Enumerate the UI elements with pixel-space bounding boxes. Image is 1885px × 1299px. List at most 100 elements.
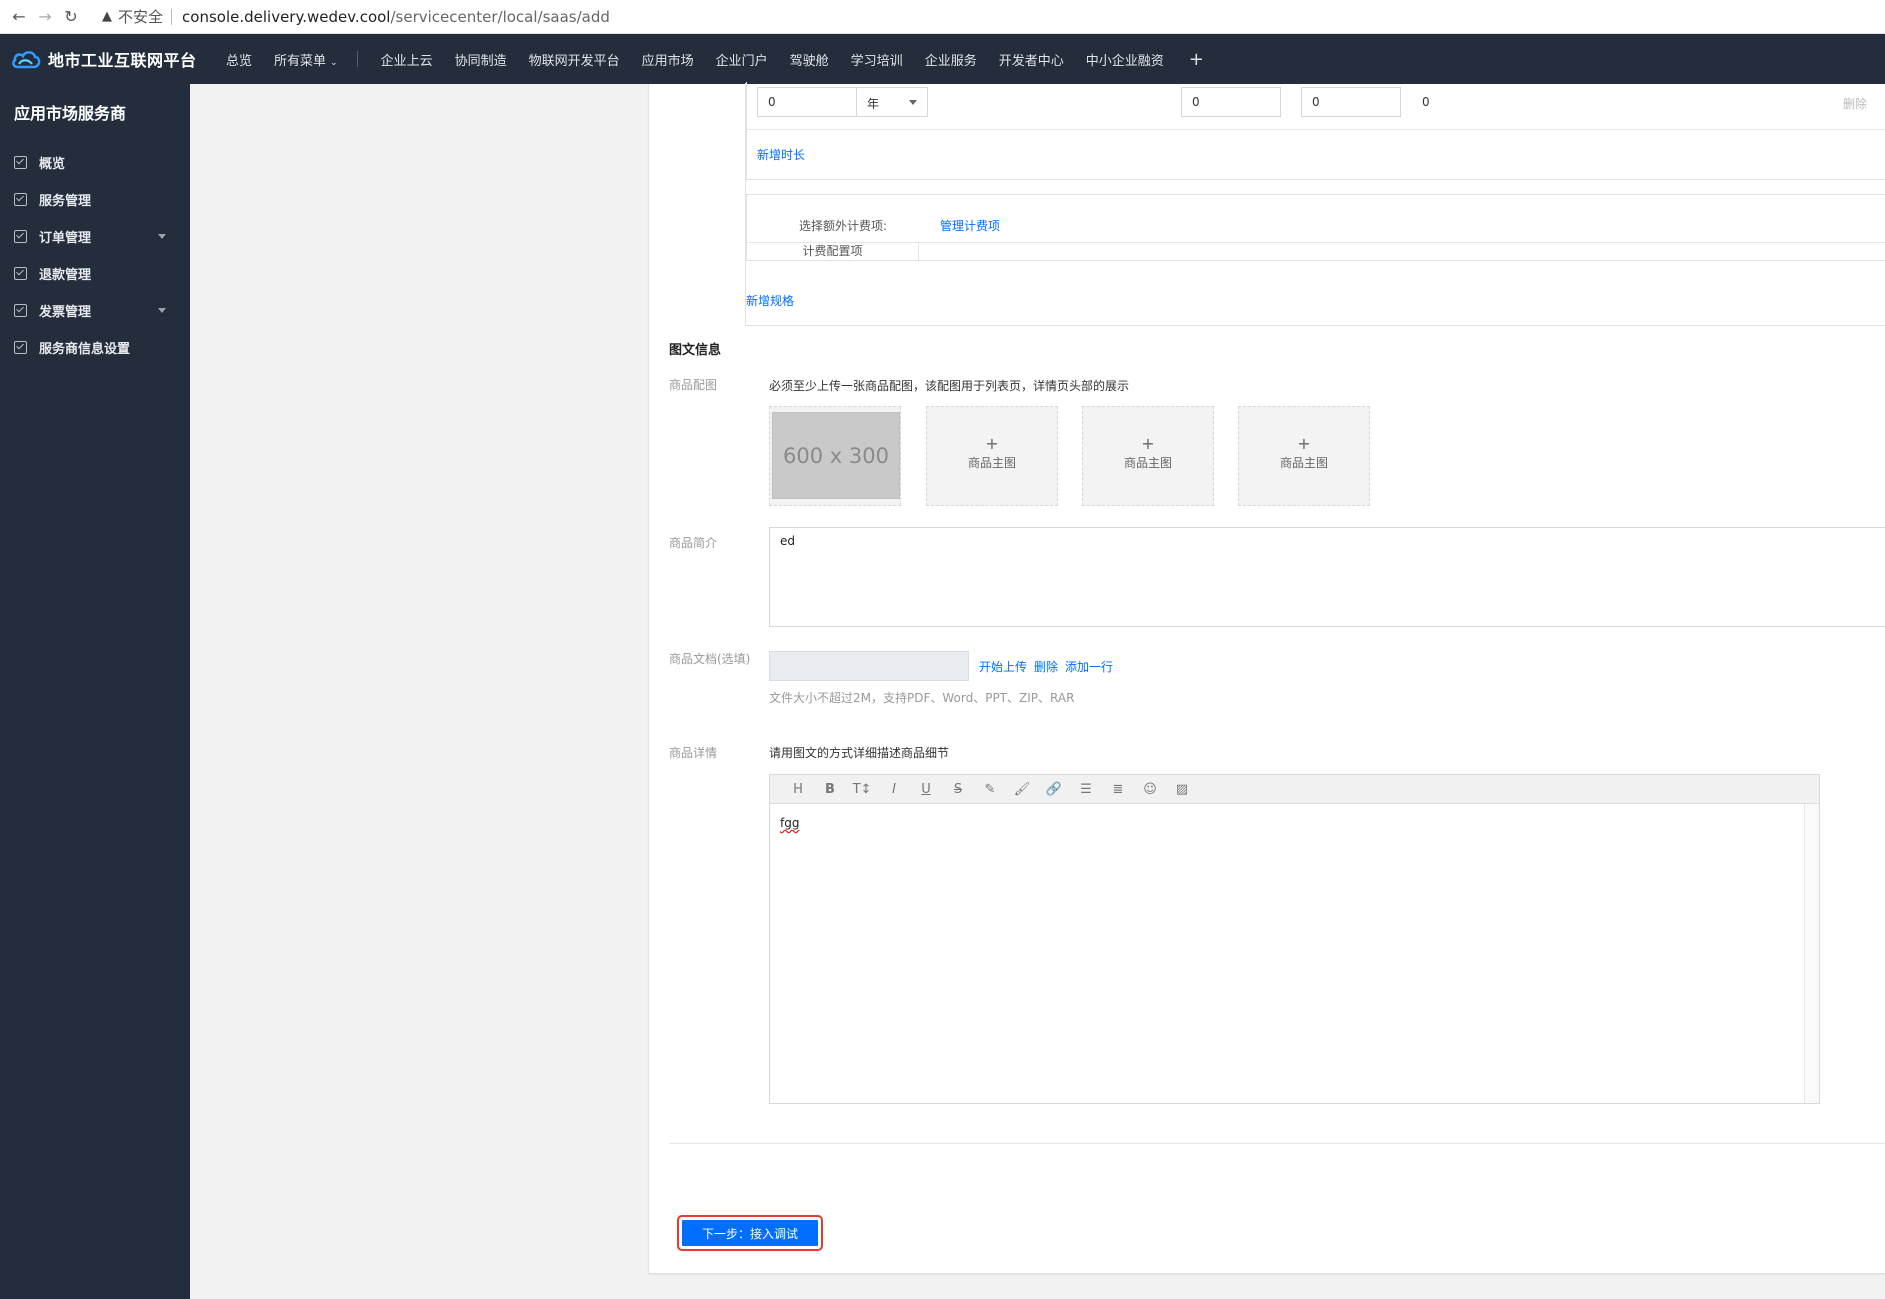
sidebar-item-label: 退款管理	[39, 268, 92, 283]
divider	[669, 1143, 1885, 1144]
bold-icon[interactable]: B	[814, 782, 846, 797]
nav-item-label: 应用市场	[641, 53, 694, 69]
nav-overview[interactable]: 总览	[210, 50, 263, 69]
nav-item-label: 中小企业融资	[1085, 53, 1164, 69]
font-size-icon[interactable]: T↕	[846, 782, 878, 797]
nav-item-label: 所有菜单	[274, 53, 327, 69]
heading-icon[interactable]: H	[782, 782, 814, 797]
nav-learning[interactable]: 学习培训	[840, 50, 914, 69]
back-icon[interactable]: ←	[6, 4, 32, 30]
image-slot-2[interactable]: + 商品主图	[926, 406, 1058, 506]
duration-unit-select[interactable]: 年	[856, 87, 928, 117]
price-total: 0	[1422, 95, 1430, 109]
editor-body[interactable]: fgg	[770, 804, 1804, 1103]
extra-fees-box: 选择额外计费项: 管理计费项 计费配置项	[746, 194, 1885, 262]
checkbox-icon	[14, 193, 27, 206]
insecure-label: 不安全	[118, 8, 164, 26]
sidebar-item-refund-mgmt[interactable]: 退款管理	[0, 255, 190, 292]
detail-label: 商品详情	[669, 746, 718, 760]
forward-icon[interactable]: →	[32, 4, 58, 30]
fee-config-row: 计费配置项	[747, 242, 1885, 262]
nav-item-label: 物联网开发平台	[528, 53, 620, 69]
nav-item-label: 开发者中心	[998, 53, 1064, 69]
url-separator	[171, 8, 173, 25]
nav-developer-center[interactable]: 开发者中心	[988, 50, 1075, 69]
plus-icon: +	[985, 434, 999, 453]
nav-menu: 总览 所有菜单 ⌄ 企业上云 协同制造 物联网开发平台 应用市场 企业门户 驾驶舱 学习培训 企业服…	[210, 49, 1218, 70]
sidebar-item-service-mgmt[interactable]: 服务管理	[0, 181, 190, 218]
editor-scrollbar[interactable]	[1804, 804, 1819, 1103]
nav-enterprise-cloud[interactable]: 企业上云	[370, 50, 444, 69]
next-button-highlight: 下一步：接入调试	[677, 1215, 823, 1251]
delete-duration-button[interactable]: 删除	[1843, 95, 1867, 112]
sidebar: 应用市场服务商 概览 服务管理 订单管理 退款管理 发票管理 服务商信息设置	[0, 84, 190, 1299]
price-input-1[interactable]: 0	[1181, 87, 1281, 117]
nav-sme-finance[interactable]: 中小企业融资	[1075, 50, 1175, 69]
doc-file-input[interactable]	[769, 651, 969, 681]
emoji-icon[interactable]: ☺	[1134, 782, 1166, 797]
manage-fees-link[interactable]: 管理计费项	[940, 217, 1000, 234]
add-row-link[interactable]: 添加一行	[1065, 658, 1113, 675]
image-icon[interactable]: ▨	[1166, 782, 1198, 797]
checkbox-icon	[14, 267, 27, 280]
list-icon[interactable]: ☰	[1070, 782, 1102, 797]
slot-label: 商品主图	[1123, 456, 1172, 470]
nav-enterprise-portal[interactable]: 企业门户	[705, 50, 779, 69]
strikethrough-icon[interactable]: S	[942, 782, 974, 797]
underline-icon[interactable]: U	[910, 782, 942, 797]
caret-down-icon	[158, 234, 166, 239]
sidebar-item-label: 服务管理	[39, 194, 92, 209]
nav-item-label: 总览	[226, 53, 253, 69]
next-step-button[interactable]: 下一步：接入调试	[682, 1220, 818, 1246]
nav-item-label: 学习培训	[850, 53, 903, 69]
section-title-media: 图文信息	[669, 343, 722, 358]
sidebar-item-order-mgmt[interactable]: 订单管理	[0, 218, 190, 255]
add-spec-link[interactable]: 新增规格	[746, 292, 794, 309]
rich-text-editor[interactable]: H B T↕ I U S ✎ 🖌 🔗 ☰ ≣ ☺ ▨ fgg	[769, 774, 1820, 1104]
nav-iot-platform[interactable]: 物联网开发平台	[518, 50, 631, 69]
nav-cockpit[interactable]: 驾驶舱	[779, 50, 840, 69]
link-icon[interactable]: 🔗	[1038, 782, 1070, 797]
highlight-icon[interactable]: ✎	[974, 782, 1006, 797]
intro-textarea[interactable]: ed	[769, 527, 1885, 627]
image-slot-4[interactable]: + 商品主图	[1238, 406, 1370, 506]
checkbox-icon	[14, 230, 27, 243]
slot-label: 商品主图	[1279, 456, 1328, 470]
plus-icon: +	[1297, 434, 1311, 453]
sidebar-item-provider-settings[interactable]: 服务商信息设置	[0, 329, 190, 366]
image-slot-1[interactable]: 600 x 300	[769, 406, 901, 506]
image-slot-3[interactable]: + 商品主图	[1082, 406, 1214, 506]
sidebar-item-overview[interactable]: 概览	[0, 144, 190, 181]
nav-collab-manufacturing[interactable]: 协同制造	[444, 50, 518, 69]
detail-hint: 请用图文的方式详细描述商品细节	[769, 746, 950, 760]
upload-link[interactable]: 开始上传	[979, 658, 1027, 675]
fee-config-label: 计费配置项	[747, 243, 919, 262]
italic-icon[interactable]: I	[878, 782, 910, 797]
sidebar-item-label: 服务商信息设置	[39, 342, 131, 357]
brand-logo[interactable]: 地市工业互联网平台	[0, 47, 210, 71]
cloud-logo-icon	[12, 51, 41, 69]
top-nav: 地市工业互联网平台 总览 所有菜单 ⌄ 企业上云 协同制造 物联网开发平台 应用市场 企业门户…	[0, 34, 1885, 84]
chevron-down-icon: ⌄	[330, 57, 338, 68]
nav-item-label: 驾驶舱	[789, 53, 829, 69]
delete-doc-link[interactable]: 删除	[1034, 658, 1058, 675]
price-input-2[interactable]: 0	[1301, 87, 1401, 117]
intro-label: 商品简介	[669, 536, 718, 550]
nav-all-menus[interactable]: 所有菜单 ⌄	[263, 50, 349, 69]
duration-input[interactable]: 0	[757, 87, 857, 117]
slot-label: 商品主图	[967, 456, 1016, 470]
brush-icon[interactable]: 🖌	[1006, 782, 1038, 797]
checkbox-icon	[14, 341, 27, 354]
reload-icon[interactable]: ↻	[58, 4, 84, 30]
address-bar[interactable]: ▲ 不安全 console.delivery.wedev.cool/servic…	[102, 6, 610, 27]
align-icon[interactable]: ≣	[1102, 782, 1134, 797]
add-nav-icon[interactable]: +	[1175, 49, 1218, 70]
nav-app-market[interactable]: 应用市场	[631, 50, 705, 69]
placeholder-image: 600 x 300	[772, 412, 900, 499]
sidebar-item-invoice-mgmt[interactable]: 发票管理	[0, 292, 190, 329]
plus-icon: +	[1141, 434, 1155, 453]
nav-item-label: 企业服务	[924, 53, 977, 69]
add-duration-link[interactable]: 新增时长	[757, 146, 805, 163]
nav-enterprise-service[interactable]: 企业服务	[914, 50, 988, 69]
checkbox-icon	[14, 156, 27, 169]
